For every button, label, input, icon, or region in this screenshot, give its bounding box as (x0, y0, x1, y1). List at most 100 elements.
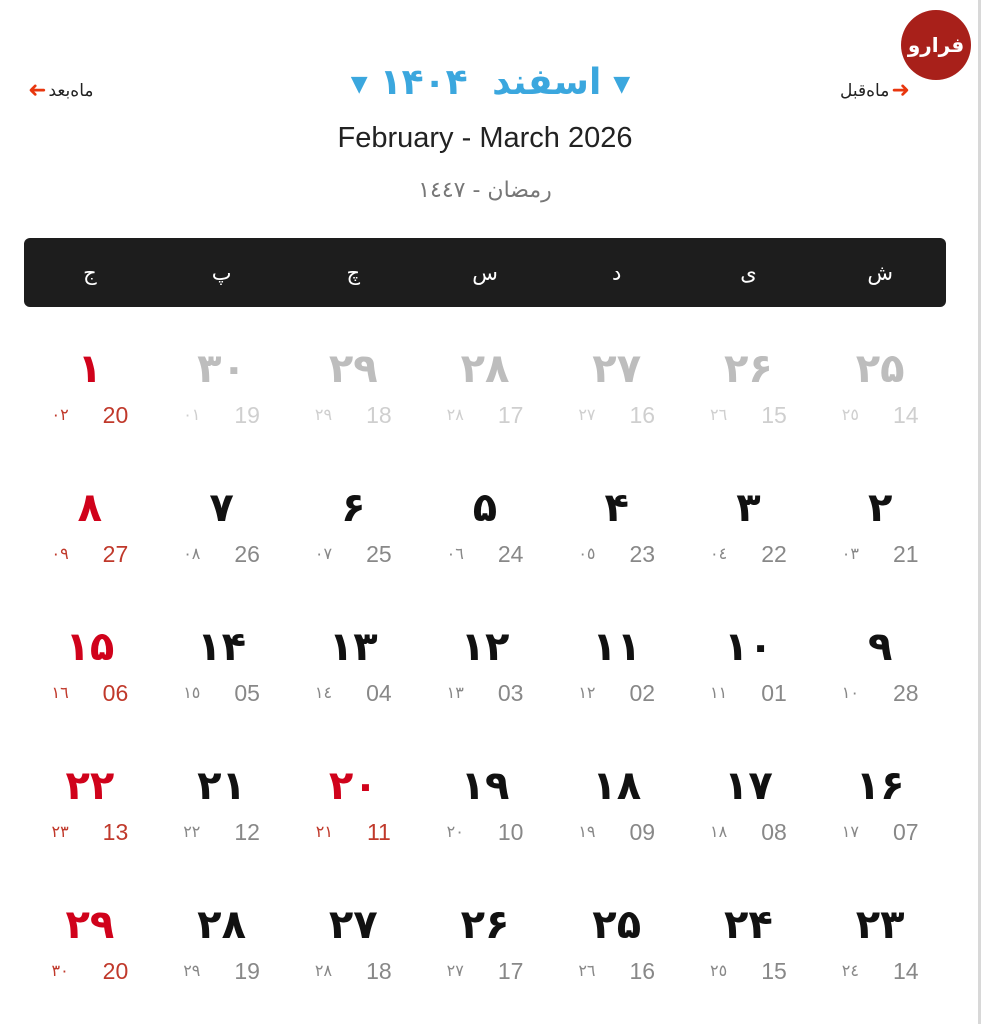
persian-day: ۱۶ (855, 763, 905, 809)
gregorian-day: 26 (234, 541, 260, 567)
day-cell[interactable]: ۲۵ 14 ٢٥ (814, 340, 946, 479)
sub-dates: 19 ٠١ (156, 402, 288, 429)
day-cell[interactable]: ۲۶ 15 ٢٦ (683, 340, 815, 479)
sub-dates: 05 ١٥ (156, 680, 288, 707)
hijri-day: ٠٥ (578, 544, 596, 563)
day-cell[interactable]: ۲۷ 16 ٢٧ (551, 340, 683, 479)
gregorian-day: 18 (366, 402, 392, 428)
day-cell[interactable]: ۱۵ 06 ١٦ (24, 618, 156, 757)
persian-day: ۱ (77, 346, 103, 392)
sub-dates: 13 ٢٣ (24, 819, 156, 846)
hijri-day: ٠٤ (710, 544, 728, 563)
gregorian-day: 11 (366, 819, 391, 845)
hijri-day: ٢٤ (841, 961, 859, 980)
day-cell[interactable]: ۹ 28 ١٠ (814, 618, 946, 757)
sub-dates: 21 ٠٣ (814, 541, 946, 568)
sub-dates: 17 ٢٧ (419, 958, 551, 985)
persian-day: ۱۸ (592, 763, 642, 809)
day-cell[interactable]: ۲۸ 17 ٢٨ (419, 340, 551, 479)
sub-dates: 03 ١٣ (419, 680, 551, 707)
hijri-day: ٢٨ (446, 405, 464, 424)
day-cell[interactable]: ۱۸ 09 ١٩ (551, 757, 683, 896)
day-cell[interactable]: ۲۵ 16 ٢٦ (551, 896, 683, 1035)
hijri-day: ٠٢ (51, 405, 69, 424)
day-cell[interactable]: ۲۷ 18 ٢٨ (287, 896, 419, 1035)
day-cell[interactable]: ۲۸ 19 ٢٩ (156, 896, 288, 1035)
sub-dates: 09 ١٩ (551, 819, 683, 846)
hijri-day: ١٨ (710, 822, 728, 841)
day-cell[interactable]: ۲۱ 12 ٢٢ (156, 757, 288, 896)
day-cell[interactable]: ۲ 21 ٠٣ (814, 479, 946, 618)
day-cell[interactable]: ۱۷ 08 ١٨ (683, 757, 815, 896)
sub-dates: 20 ٠٢ (24, 402, 156, 429)
sub-dates: 18 ٢٩ (287, 402, 419, 429)
day-cell[interactable]: ۲۴ 15 ٢٥ (683, 896, 815, 1035)
day-cell[interactable]: ۳۰ 19 ٠١ (156, 340, 288, 479)
year-select[interactable]: ۱۴۰۴ (380, 62, 468, 103)
day-cell[interactable]: ۱۴ 05 ١٥ (156, 618, 288, 757)
day-cell[interactable]: ۲۹ 18 ٢٩ (287, 340, 419, 479)
persian-day: ۹ (867, 624, 893, 670)
gregorian-day: 16 (629, 958, 656, 984)
persian-day: ۲ (867, 485, 893, 531)
sub-dates: 06 ١٦ (24, 680, 156, 707)
day-cell[interactable]: ۷ 26 ٠٨ (156, 479, 288, 618)
day-cell[interactable]: ۱۲ 03 ١٣ (419, 618, 551, 757)
gregorian-day: 01 (761, 680, 787, 706)
day-cell[interactable]: ۱ 20 ٠٢ (24, 340, 156, 479)
day-cell[interactable]: ۳ 22 ٠٤ (683, 479, 815, 618)
sub-dates: 23 ٠٥ (551, 541, 683, 568)
day-cell[interactable]: ۲۲ 13 ٢٣ (24, 757, 156, 896)
day-cell[interactable]: ۲۶ 17 ٢٧ (419, 896, 551, 1035)
day-cell[interactable]: ۱۱ 02 ١٢ (551, 618, 683, 757)
persian-day: ۲۵ (592, 902, 642, 948)
persian-day: ۱۳ (328, 624, 378, 670)
day-cell[interactable]: ۱۳ 04 ١٤ (287, 618, 419, 757)
gregorian-day: 14 (892, 402, 919, 428)
day-cell[interactable]: ۱۹ 10 ٢٠ (419, 757, 551, 896)
sub-dates: 14 ٢٥ (814, 402, 946, 429)
gregorian-day: 15 (761, 958, 787, 984)
hijri-day: ٢٧ (446, 961, 464, 980)
persian-day: ۲۲ (65, 763, 115, 809)
day-cell[interactable]: ۵ 24 ٠٦ (419, 479, 551, 618)
persian-day: ۲۶ (460, 902, 510, 948)
hijri-day: ٢٥ (710, 961, 728, 980)
day-cell[interactable]: ۲۹ 20 ٣٠ (24, 896, 156, 1035)
month-select[interactable]: اسفند (492, 62, 601, 103)
day-cell[interactable]: ۲۳ 14 ٢٤ (814, 896, 946, 1035)
gregorian-day: 08 (761, 819, 787, 845)
persian-day: ۲۸ (460, 346, 510, 392)
persian-day: ۲۷ (592, 346, 642, 392)
day-cell[interactable]: ۸ 27 ٠٩ (24, 479, 156, 618)
persian-day: ۱۵ (65, 624, 115, 670)
hijri-day: ٢٠ (446, 822, 464, 841)
sub-dates: 24 ٠٦ (419, 541, 551, 568)
day-cell[interactable]: ۱۶ 07 ١٧ (814, 757, 946, 896)
day-cell[interactable]: ۶ 25 ٠٧ (287, 479, 419, 618)
chevron-down-icon[interactable]: ▼ (351, 72, 368, 97)
month-year-title: ▼ اسفند ۱۴۰۴ ▼ (0, 62, 981, 103)
sub-dates: 14 ٢٤ (814, 958, 946, 985)
sub-dates: 25 ٠٧ (287, 541, 419, 568)
sub-dates: 17 ٢٨ (419, 402, 551, 429)
day-cell[interactable]: ۱۰ 01 ١١ (683, 618, 815, 757)
day-cell[interactable]: ۴ 23 ٠٥ (551, 479, 683, 618)
sub-dates: 27 ٠٩ (24, 541, 156, 568)
chevron-down-icon[interactable]: ▼ (613, 72, 630, 97)
weekday-label: ش (867, 260, 893, 285)
sub-dates: 10 ٢٠ (419, 819, 551, 846)
sub-dates: 01 ١١ (683, 680, 815, 707)
gregorian-day: 07 (892, 819, 919, 845)
hijri-range: رمضان - ١٤٤٧ (418, 178, 552, 203)
weekday-label: ی (740, 260, 757, 285)
day-cell[interactable]: ۲۰ 11 ٢١ (287, 757, 419, 896)
hijri-day: ٢٩ (183, 961, 201, 980)
gregorian-range: February - March 2026 (337, 122, 633, 154)
persian-day: ۱۱ (592, 624, 642, 670)
calendar-grid: ۲۵ 14 ٢٥ ۲۶ 15 ٢٦ ۲۷ 16 ٢٧ ۲۸ 17 ٢٨ ۲۹ 18 ٢٩ ۳۰ 19 ٠١ ۱ 20 ٠… (24, 340, 946, 1035)
hijri-day: ٠٣ (841, 544, 859, 563)
sub-dates: 19 ٢٩ (156, 958, 288, 985)
persian-day: ۷ (209, 485, 234, 531)
gregorian-day: 17 (497, 958, 524, 984)
